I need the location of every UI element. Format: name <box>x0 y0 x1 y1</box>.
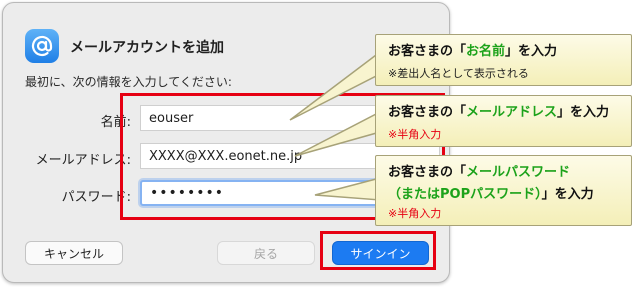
callout-note: ※半角入力 <box>388 207 442 220</box>
callout-highlight: メールパスワード <box>466 165 571 180</box>
callout-text: お客さまの「 <box>388 105 467 120</box>
callout-text: お客さまの「 <box>388 44 467 59</box>
email-callout-pointer <box>294 110 381 157</box>
email-callout: お客さまの「メールアドレス」を入力 ※半角入力 <box>375 95 632 147</box>
callout-text: 」を入力 <box>541 187 594 202</box>
callout-text: 」を入力 <box>557 105 610 120</box>
callout-text: お客さまの「 <box>388 165 467 180</box>
callout-highlight: （またはPOPパスワード） <box>388 187 542 202</box>
password-callout: お客さまの「メールパスワード （またはPOPパスワード）」を入力 ※半角入力 <box>375 155 632 226</box>
name-callout: お客さまの「お名前」を入力 ※差出人名として表示される <box>375 34 632 86</box>
name-callout-pointer <box>289 50 381 121</box>
callout-text: 」を入力 <box>505 44 558 59</box>
callout-note: ※半角入力 <box>388 128 442 141</box>
password-callout-pointer <box>314 177 381 201</box>
callout-note: ※差出人名として表示される <box>388 67 529 80</box>
callout-highlight: お名前 <box>466 44 506 59</box>
callout-highlight: メールアドレス <box>466 105 558 120</box>
